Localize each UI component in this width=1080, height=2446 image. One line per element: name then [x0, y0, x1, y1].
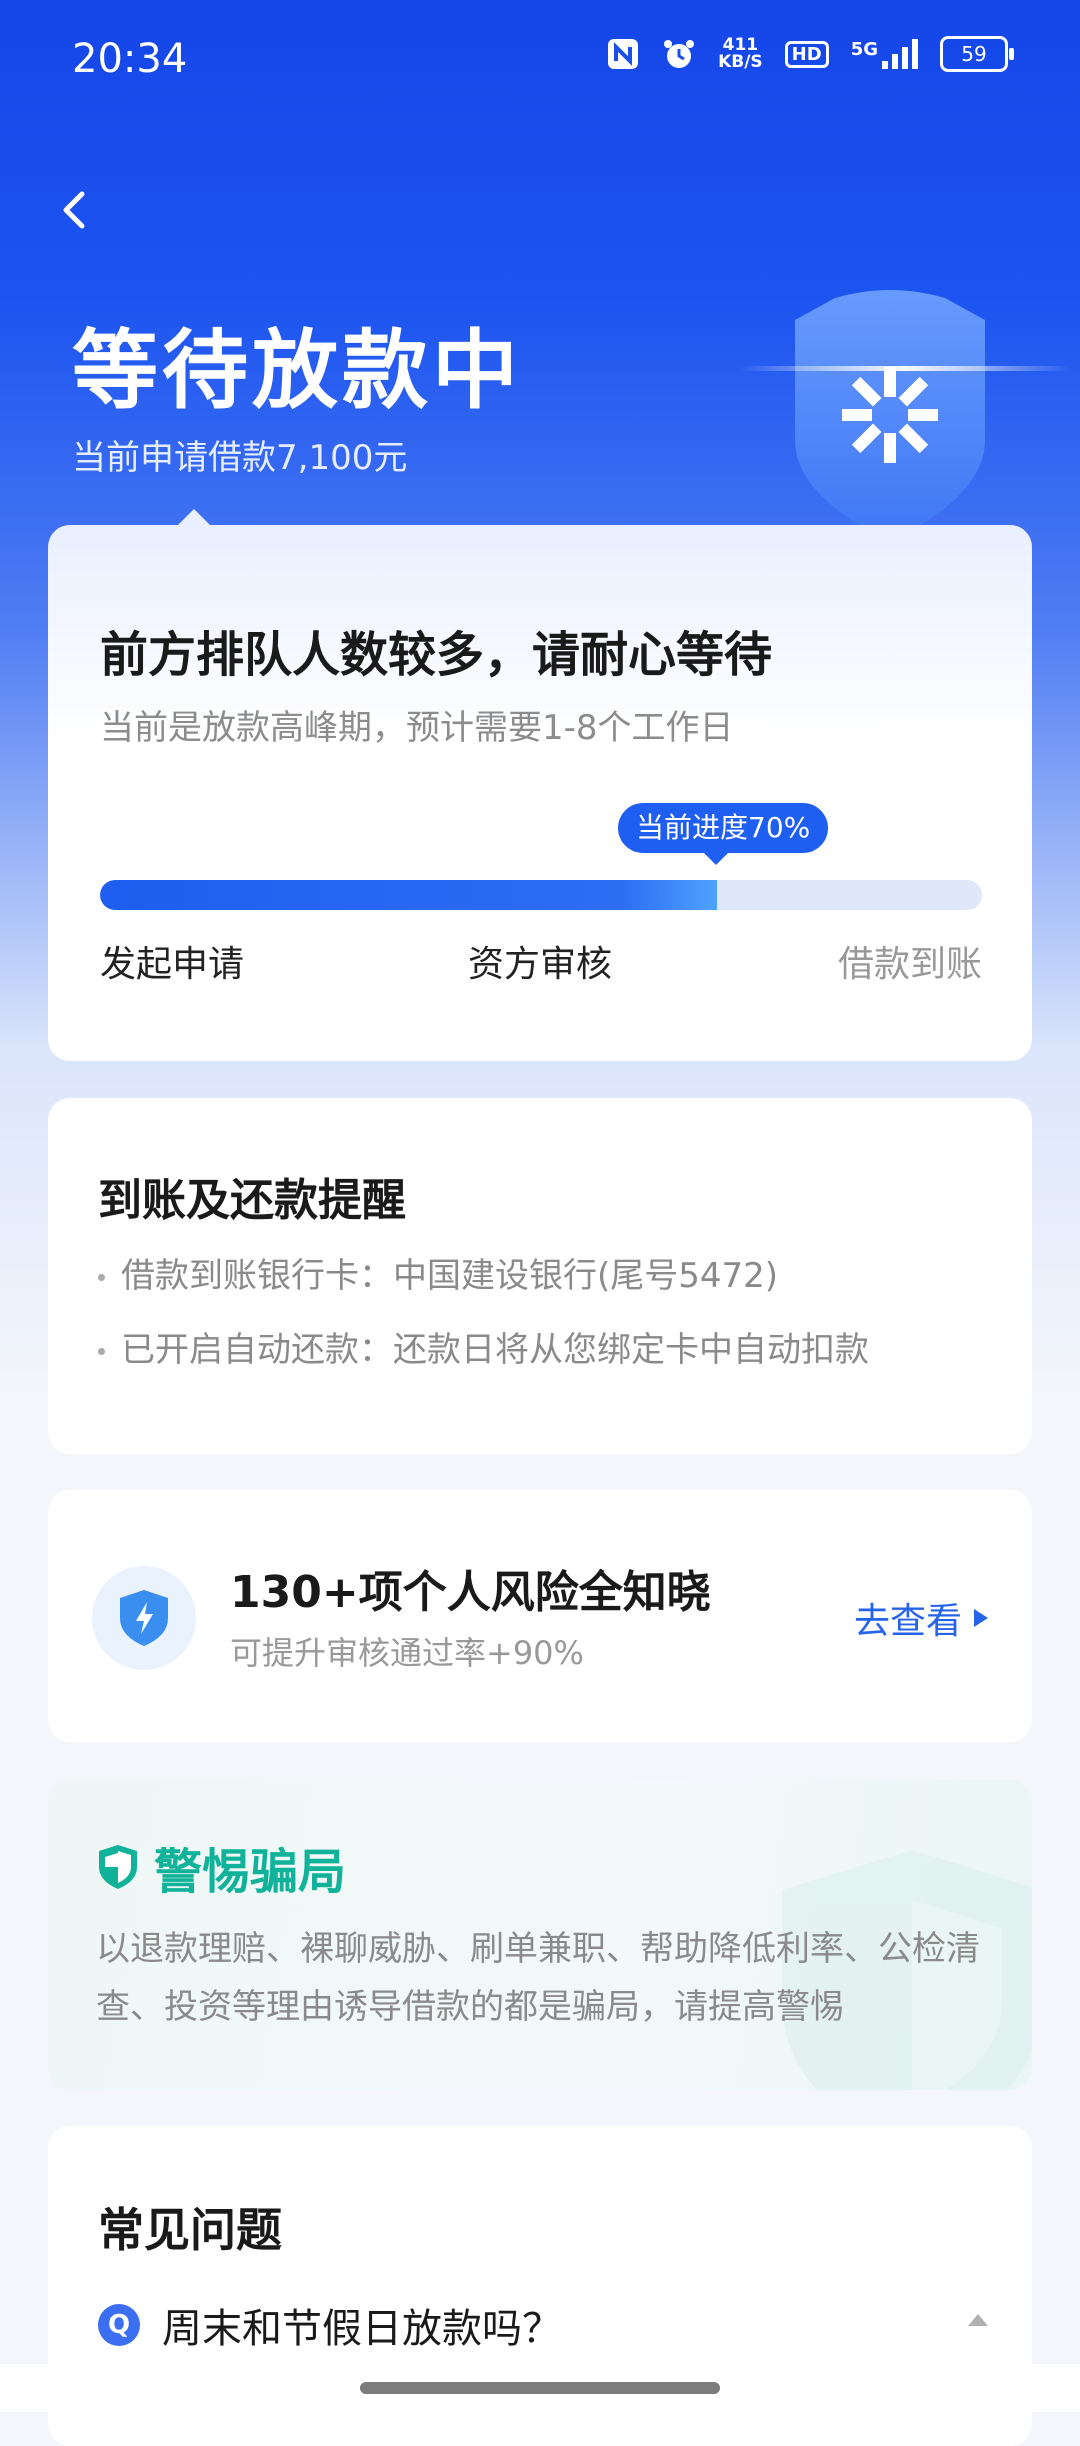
q-badge-icon: Q	[98, 2304, 140, 2346]
home-indicator[interactable]	[360, 2382, 720, 2394]
status-icons: 411 KB/S HD 5G 59	[606, 36, 1014, 72]
play-arrow-icon	[974, 1609, 988, 1627]
navigation-bar	[0, 2364, 1080, 2412]
bullet-icon	[98, 1348, 105, 1355]
view-risk-link[interactable]: 去查看	[854, 1592, 988, 1644]
chevron-left-icon	[63, 191, 85, 229]
auto-repay-line: 已开启自动还款：还款日将从您绑定卡中自动扣款	[98, 1322, 869, 1371]
bullet-icon	[98, 1274, 105, 1281]
page-title: 等待放款中	[72, 321, 522, 421]
shield-check-icon	[99, 1845, 137, 1889]
status-bar: 20:34 411 KB/S HD 5G 59	[0, 0, 1080, 120]
fraud-title: 警惕骗局	[154, 1844, 347, 1900]
bank-card-line: 借款到账银行卡：中国建设银行(尾号5472)	[98, 1248, 778, 1297]
speed-unit: KB/S	[718, 52, 763, 72]
faq-question: 周末和节假日放款吗？	[162, 2306, 562, 2352]
bank-card-text: 借款到账银行卡：中国建设银行(尾号5472)	[121, 1256, 779, 1296]
battery-icon: 59	[940, 36, 1014, 72]
queue-subtitle: 当前是放款高峰期，预计需要1-8个工作日	[100, 708, 734, 748]
network-type: 5G	[850, 39, 878, 60]
network-speed: 411 KB/S	[718, 37, 763, 71]
view-risk-label: 去查看	[853, 1601, 962, 1642]
step-review: 资方审核	[468, 944, 613, 985]
step-disbursed: 借款到账	[837, 944, 982, 985]
progress-badge: 当前进度70%	[618, 803, 829, 865]
progress-fill	[100, 880, 718, 910]
repayment-reminder-card: 到账及还款提醒 借款到账银行卡：中国建设银行(尾号5472) 已开启自动还款：还…	[48, 1098, 1032, 1454]
step-apply: 发起申请	[100, 944, 245, 985]
risk-subtitle: 可提升审核通过率+90%	[230, 1634, 584, 1672]
progress-card: 前方排队人数较多，请耐心等待 当前是放款高峰期，预计需要1-8个工作日 当前进度…	[48, 509, 1032, 1061]
shield-lightning-icon	[92, 1566, 196, 1670]
collapse-arrow-icon[interactable]	[968, 2314, 988, 2326]
back-button[interactable]	[46, 180, 106, 240]
queue-message: 前方排队人数较多，请耐心等待	[100, 627, 773, 683]
fraud-warning-card: 警惕骗局 以退款理赔、裸聊威胁、刷单兼职、帮助降低利率、公检清查、投资等理由诱导…	[48, 1780, 1032, 2090]
fraud-header: 警惕骗局	[96, 1832, 346, 1902]
fraud-description: 以退款理赔、裸聊威胁、刷单兼职、帮助降低利率、公检清查、投资等理由诱导借款的都是…	[96, 1929, 980, 2027]
card-pointer	[176, 509, 212, 527]
risk-title: 130+项个人风险全知晓	[230, 1567, 711, 1618]
hd-icon: HD	[784, 40, 829, 68]
signal-icon: 5G	[851, 39, 918, 69]
risk-check-card[interactable]: 130+项个人风险全知晓 可提升审核通过率+90% 去查看	[48, 1490, 1032, 1742]
auto-repay-text: 已开启自动还款：还款日将从您绑定卡中自动扣款	[121, 1330, 869, 1370]
reminder-title: 到账及还款提醒	[98, 1175, 406, 1226]
progress-bar	[100, 880, 982, 910]
shield-logo-icon	[740, 290, 1070, 542]
faq-item[interactable]: Q 周末和节假日放款吗？	[98, 2296, 988, 2354]
status-time: 20:34	[72, 36, 188, 82]
nfc-icon	[606, 37, 640, 71]
faq-title: 常见问题	[98, 2203, 282, 2257]
alarm-icon	[662, 37, 696, 71]
loan-amount-subtitle: 当前申请借款7,100元	[72, 438, 408, 478]
